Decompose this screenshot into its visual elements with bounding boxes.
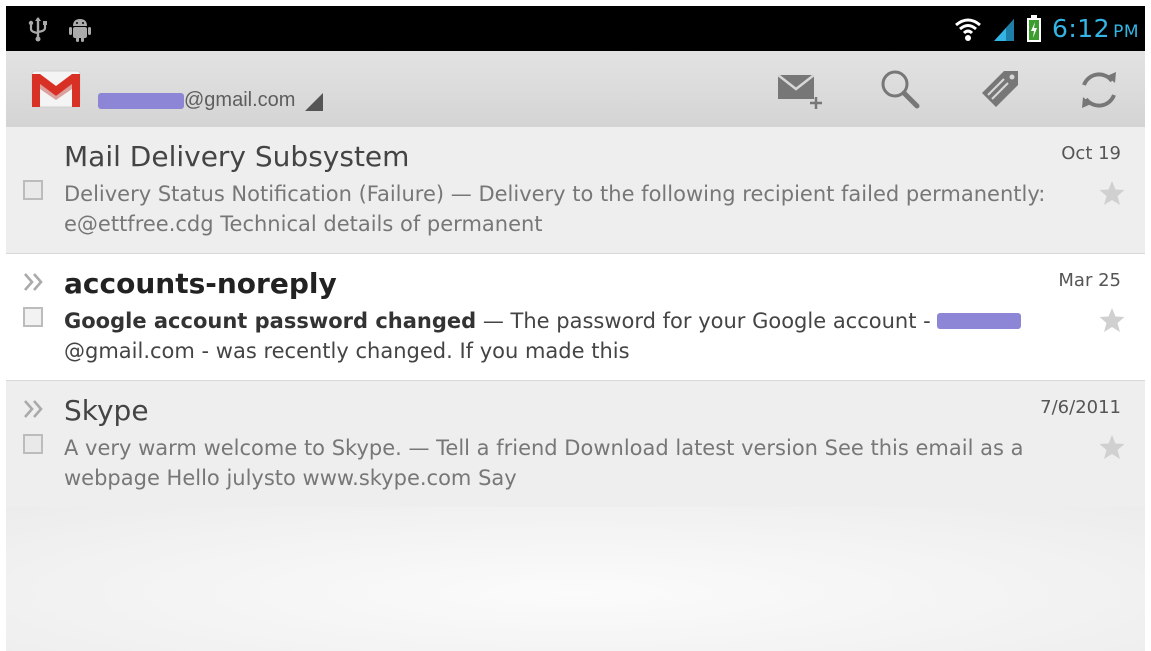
conversation-row[interactable]: Mail Delivery Subsystem Oct 19 Delivery … [6,127,1145,254]
star-icon[interactable] [1098,306,1126,334]
message-date: Oct 19 [1061,143,1121,164]
message-preview: A very warm welcome to Skype. — Tell a f… [64,433,1094,493]
message-subject: A very warm welcome to Skype. [64,436,402,460]
label-icon[interactable] [974,67,1024,113]
compose-icon[interactable] [776,67,826,113]
action-bar: @gmail.com [6,51,1145,128]
account-selector[interactable]: @gmail.com [98,89,324,112]
search-icon[interactable] [876,67,926,113]
message-list: Mail Delivery Subsystem Oct 19 Delivery … [6,127,1145,508]
message-subject: Delivery Status Notification (Failure) [64,182,445,206]
wifi-icon [954,18,981,41]
dropdown-triangle-icon [305,92,324,111]
gmail-logo-icon[interactable] [30,67,82,113]
important-marker-icon[interactable] [22,271,48,293]
battery-icon [1026,14,1041,42]
message-preview: Google account password changed — The pa… [64,306,1094,366]
status-bar: 6:12 PM [6,6,1145,51]
sender-name: Skype [64,394,149,427]
star-icon[interactable] [1098,179,1126,207]
account-email: @gmail.com [184,89,296,111]
gmail-screen: 6:12 PM @gmail.com Mail Delivery Subsyst… [6,6,1145,651]
android-debug-icon [69,19,91,42]
usb-icon [28,17,47,42]
conversation-row[interactable]: Skype 7/6/2011 A very warm welcome to Sk… [6,381,1145,508]
message-date: Mar 25 [1058,270,1121,291]
refresh-icon[interactable] [1074,67,1124,113]
message-preview: Delivery Status Notification (Failure) —… [64,179,1094,239]
important-marker-icon[interactable] [22,398,48,420]
redacted-username [937,313,1022,329]
message-snippet-continued: @gmail.com - was recently changed. If yo… [64,339,630,363]
select-checkbox[interactable] [23,307,43,327]
redacted-username [98,92,184,109]
select-checkbox[interactable] [23,434,43,454]
select-checkbox[interactable] [23,180,43,200]
message-date: 7/6/2011 [1040,397,1121,418]
signal-icon [993,18,1014,41]
sender-name: Mail Delivery Subsystem [64,140,410,173]
conversation-row[interactable]: accounts-noreply Mar 25 Google account p… [6,254,1145,381]
sender-name: accounts-noreply [64,267,337,300]
message-subject: Google account password changed [64,309,477,333]
empty-list-area [6,507,1145,651]
message-snippet: — The password for your Google account - [476,309,938,333]
clock: 6:12 PM [1051,14,1139,43]
star-icon[interactable] [1098,433,1126,461]
